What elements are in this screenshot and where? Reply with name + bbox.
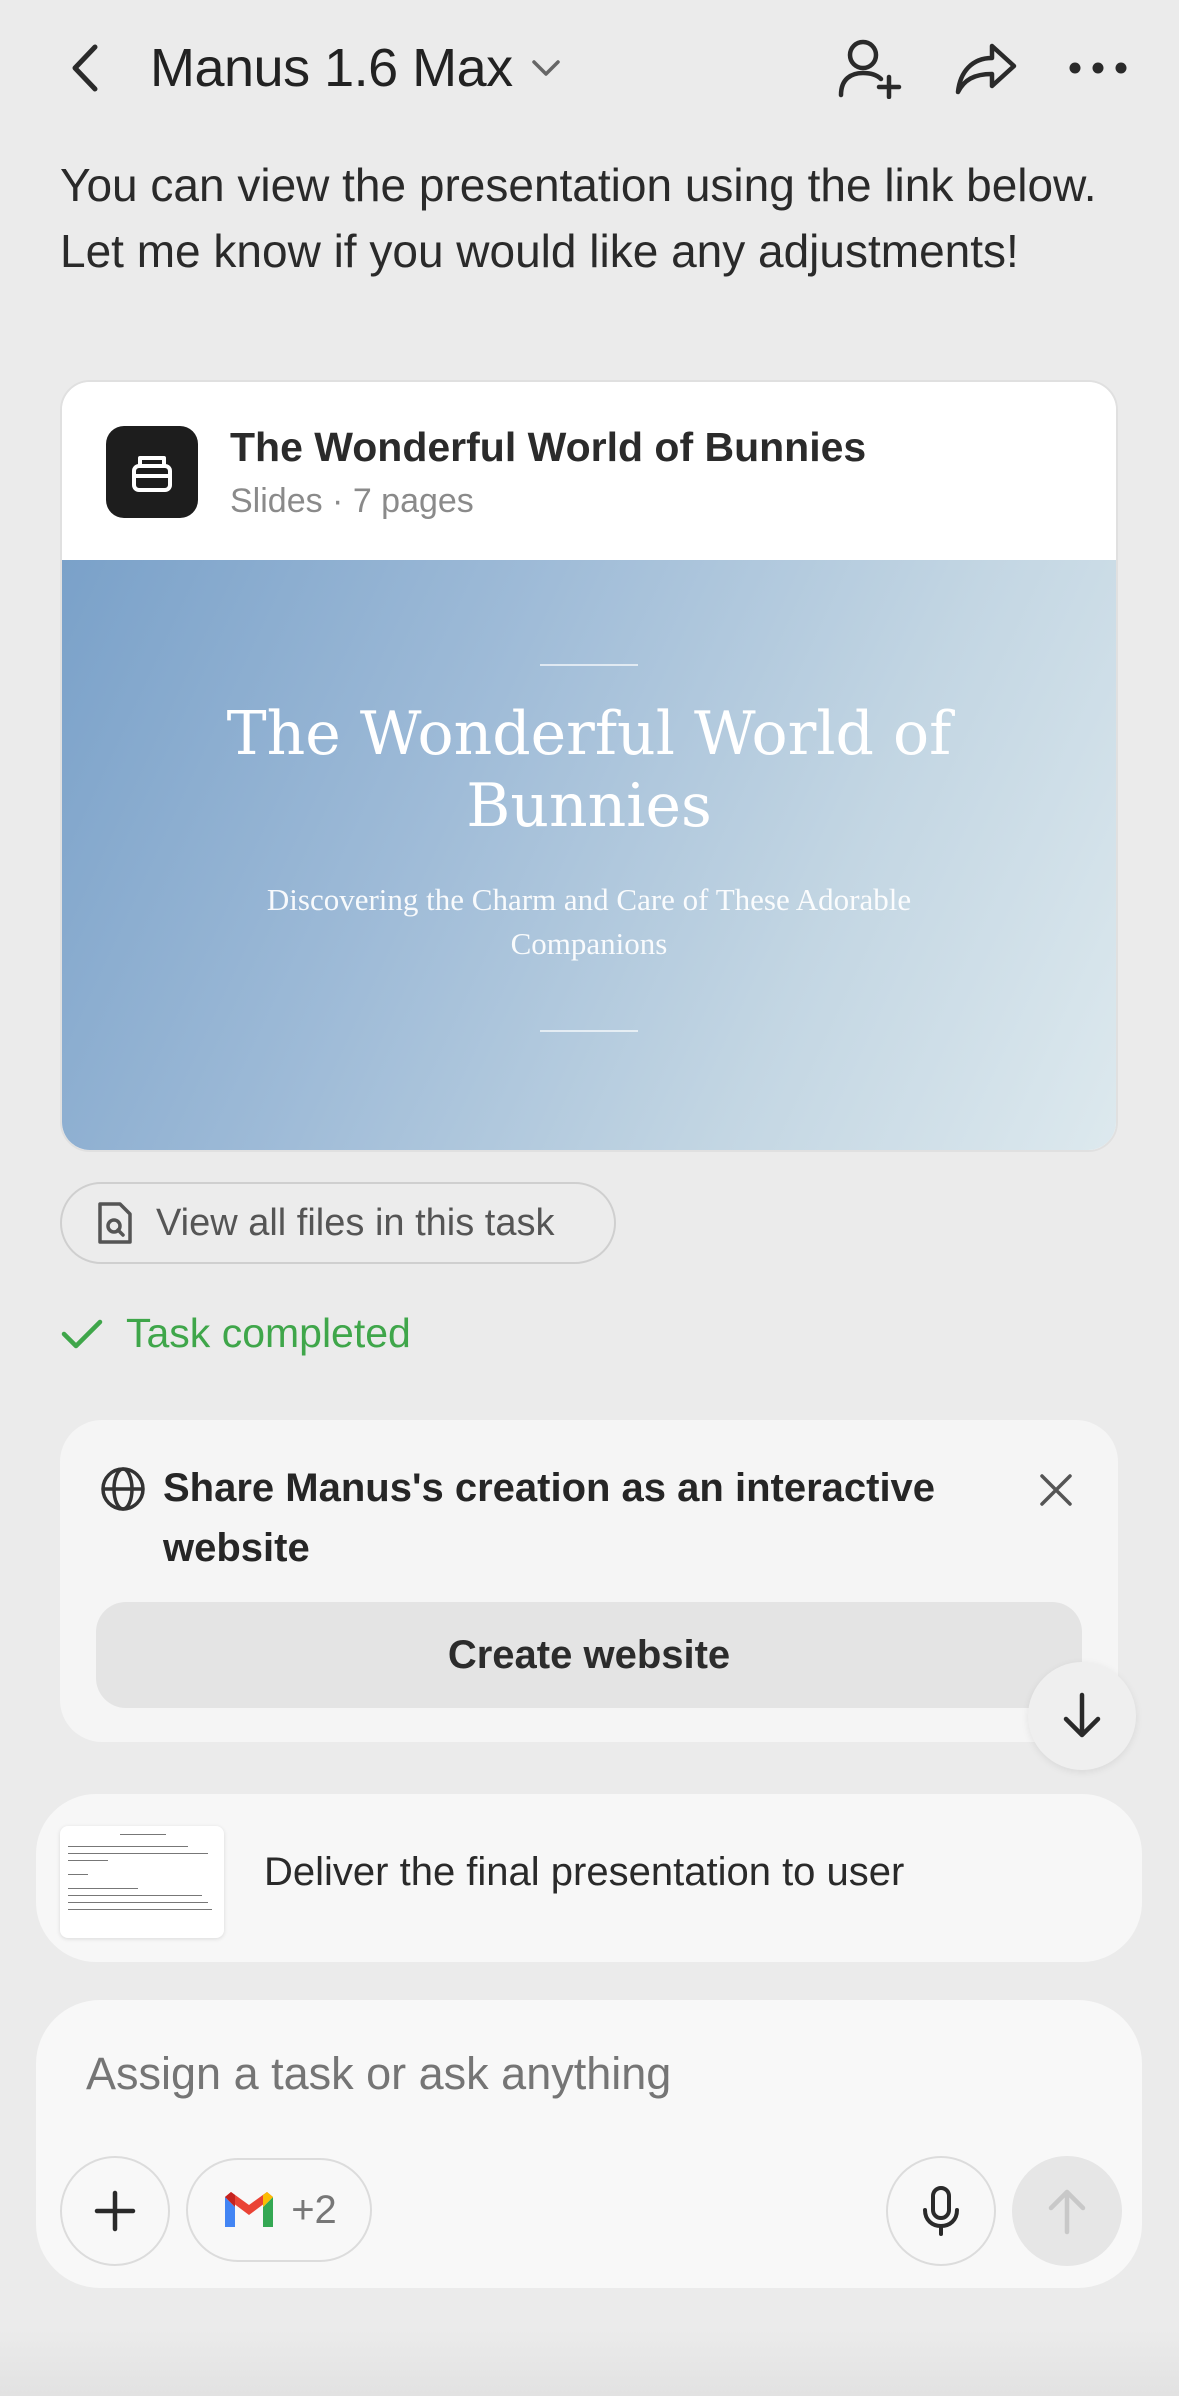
dismiss-share-button[interactable] [1028, 1462, 1084, 1518]
share-button[interactable] [946, 30, 1026, 106]
microphone-icon [923, 2186, 959, 2236]
close-icon [1040, 1474, 1072, 1506]
slides-app-icon [106, 426, 198, 518]
plus-icon [94, 2190, 136, 2232]
view-all-files-label: View all files in this task [156, 1201, 555, 1244]
slide-title: The Wonderful World of Bunnies [226, 699, 952, 841]
more-icon [1069, 62, 1127, 74]
assistant-message: You can view the presentation using the … [60, 159, 1097, 277]
task-step-row[interactable]: Deliver the final presentation to user [36, 1794, 1142, 1962]
check-icon [61, 1319, 103, 1348]
arrow-up-icon [1048, 2189, 1086, 2235]
file-search-icon [98, 1202, 132, 1244]
model-selector[interactable]: Manus 1.6 Max [150, 30, 561, 106]
back-button[interactable] [50, 30, 120, 106]
presentation-title: The Wonderful World of Bunnies [230, 424, 867, 470]
slide-preview[interactable]: The Wonderful World of Bunnies Discoveri… [62, 560, 1116, 1150]
task-step-label: Deliver the final presentation to user [264, 1850, 905, 1894]
add-collaborator-button[interactable] [830, 30, 910, 106]
task-status-label: Task completed [126, 1310, 411, 1356]
globe-icon [101, 1467, 145, 1511]
slide-divider-bottom [540, 1030, 638, 1032]
more-options-button[interactable] [1058, 30, 1138, 106]
create-website-button[interactable]: Create website [96, 1602, 1082, 1708]
send-button[interactable] [1012, 2156, 1122, 2266]
step-thumbnail [60, 1826, 224, 1938]
presentation-meta: Slides · 7 pages [230, 482, 474, 520]
prompt-input[interactable] [86, 2048, 1066, 2100]
share-website-prompt: Share Manus's creation as an interactive… [60, 1420, 1118, 1742]
bottom-safe-area [0, 2330, 1179, 2396]
composer: +2 [36, 2000, 1142, 2288]
add-user-icon [838, 39, 902, 99]
slide-divider-top [540, 664, 638, 666]
connectors-count: +2 [291, 2187, 337, 2232]
chevron-down-icon [531, 60, 560, 76]
share-icon [955, 43, 1017, 95]
slide-subtitle: Discovering the Charm and Care of These … [266, 882, 912, 961]
share-prompt-title: Share Manus's creation as an interactive… [163, 1466, 936, 1570]
presentation-card-header: The Wonderful World of Bunnies Slides · … [62, 382, 1116, 560]
presentation-card[interactable]: The Wonderful World of Bunnies Slides · … [60, 380, 1118, 1152]
page-title: Manus 1.6 Max [150, 38, 513, 98]
task-status: Task completed [60, 1310, 411, 1357]
view-all-files-button[interactable]: View all files in this task [60, 1182, 616, 1264]
chevron-left-icon [72, 44, 98, 92]
scroll-to-bottom-button[interactable] [1028, 1662, 1136, 1770]
gmail-icon [225, 2192, 274, 2227]
arrow-down-icon [1063, 1692, 1101, 1738]
add-attachment-button[interactable] [60, 2156, 170, 2266]
voice-input-button[interactable] [886, 2156, 996, 2266]
connectors-button[interactable]: +2 [186, 2158, 372, 2262]
